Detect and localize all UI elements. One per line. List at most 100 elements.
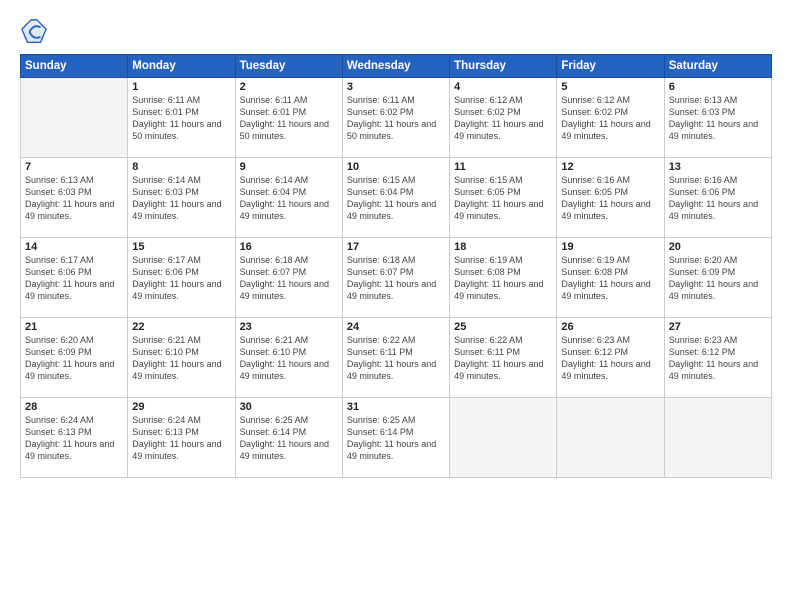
sun-info: Sunrise: 6:20 AM Sunset: 6:09 PM Dayligh… bbox=[25, 334, 123, 383]
day-number: 30 bbox=[240, 401, 338, 413]
calendar-cell: 22Sunrise: 6:21 AM Sunset: 6:10 PM Dayli… bbox=[128, 318, 235, 398]
sun-info: Sunrise: 6:24 AM Sunset: 6:13 PM Dayligh… bbox=[25, 414, 123, 463]
calendar-cell: 30Sunrise: 6:25 AM Sunset: 6:14 PM Dayli… bbox=[235, 398, 342, 478]
col-header-saturday: Saturday bbox=[664, 55, 771, 78]
calendar-cell: 15Sunrise: 6:17 AM Sunset: 6:06 PM Dayli… bbox=[128, 238, 235, 318]
calendar-cell: 24Sunrise: 6:22 AM Sunset: 6:11 PM Dayli… bbox=[342, 318, 449, 398]
sun-info: Sunrise: 6:17 AM Sunset: 6:06 PM Dayligh… bbox=[132, 254, 230, 303]
sun-info: Sunrise: 6:24 AM Sunset: 6:13 PM Dayligh… bbox=[132, 414, 230, 463]
sun-info: Sunrise: 6:19 AM Sunset: 6:08 PM Dayligh… bbox=[454, 254, 552, 303]
calendar-week-2: 7Sunrise: 6:13 AM Sunset: 6:03 PM Daylig… bbox=[21, 158, 772, 238]
day-number: 22 bbox=[132, 321, 230, 333]
sun-info: Sunrise: 6:11 AM Sunset: 6:02 PM Dayligh… bbox=[347, 94, 445, 143]
col-header-sunday: Sunday bbox=[21, 55, 128, 78]
sun-info: Sunrise: 6:11 AM Sunset: 6:01 PM Dayligh… bbox=[132, 94, 230, 143]
day-number: 14 bbox=[25, 241, 123, 253]
calendar-cell: 13Sunrise: 6:16 AM Sunset: 6:06 PM Dayli… bbox=[664, 158, 771, 238]
col-header-friday: Friday bbox=[557, 55, 664, 78]
sun-info: Sunrise: 6:11 AM Sunset: 6:01 PM Dayligh… bbox=[240, 94, 338, 143]
col-header-monday: Monday bbox=[128, 55, 235, 78]
day-number: 2 bbox=[240, 81, 338, 93]
sun-info: Sunrise: 6:17 AM Sunset: 6:06 PM Dayligh… bbox=[25, 254, 123, 303]
sun-info: Sunrise: 6:13 AM Sunset: 6:03 PM Dayligh… bbox=[669, 94, 767, 143]
day-number: 20 bbox=[669, 241, 767, 253]
calendar-week-5: 28Sunrise: 6:24 AM Sunset: 6:13 PM Dayli… bbox=[21, 398, 772, 478]
calendar-week-3: 14Sunrise: 6:17 AM Sunset: 6:06 PM Dayli… bbox=[21, 238, 772, 318]
calendar-week-4: 21Sunrise: 6:20 AM Sunset: 6:09 PM Dayli… bbox=[21, 318, 772, 398]
calendar-cell: 18Sunrise: 6:19 AM Sunset: 6:08 PM Dayli… bbox=[450, 238, 557, 318]
sun-info: Sunrise: 6:14 AM Sunset: 6:03 PM Dayligh… bbox=[132, 174, 230, 223]
sun-info: Sunrise: 6:15 AM Sunset: 6:04 PM Dayligh… bbox=[347, 174, 445, 223]
day-number: 11 bbox=[454, 161, 552, 173]
sun-info: Sunrise: 6:22 AM Sunset: 6:11 PM Dayligh… bbox=[454, 334, 552, 383]
day-number: 17 bbox=[347, 241, 445, 253]
calendar-cell: 9Sunrise: 6:14 AM Sunset: 6:04 PM Daylig… bbox=[235, 158, 342, 238]
calendar-cell: 8Sunrise: 6:14 AM Sunset: 6:03 PM Daylig… bbox=[128, 158, 235, 238]
sun-info: Sunrise: 6:25 AM Sunset: 6:14 PM Dayligh… bbox=[240, 414, 338, 463]
calendar-cell: 26Sunrise: 6:23 AM Sunset: 6:12 PM Dayli… bbox=[557, 318, 664, 398]
sun-info: Sunrise: 6:15 AM Sunset: 6:05 PM Dayligh… bbox=[454, 174, 552, 223]
calendar-cell: 25Sunrise: 6:22 AM Sunset: 6:11 PM Dayli… bbox=[450, 318, 557, 398]
calendar-cell bbox=[450, 398, 557, 478]
sun-info: Sunrise: 6:12 AM Sunset: 6:02 PM Dayligh… bbox=[561, 94, 659, 143]
day-number: 8 bbox=[132, 161, 230, 173]
calendar-cell: 16Sunrise: 6:18 AM Sunset: 6:07 PM Dayli… bbox=[235, 238, 342, 318]
day-number: 4 bbox=[454, 81, 552, 93]
day-number: 21 bbox=[25, 321, 123, 333]
day-number: 5 bbox=[561, 81, 659, 93]
sun-info: Sunrise: 6:23 AM Sunset: 6:12 PM Dayligh… bbox=[561, 334, 659, 383]
calendar-cell: 1Sunrise: 6:11 AM Sunset: 6:01 PM Daylig… bbox=[128, 78, 235, 158]
calendar-cell: 28Sunrise: 6:24 AM Sunset: 6:13 PM Dayli… bbox=[21, 398, 128, 478]
sun-info: Sunrise: 6:18 AM Sunset: 6:07 PM Dayligh… bbox=[240, 254, 338, 303]
day-number: 27 bbox=[669, 321, 767, 333]
day-number: 16 bbox=[240, 241, 338, 253]
logo-icon bbox=[20, 18, 48, 46]
calendar-cell: 21Sunrise: 6:20 AM Sunset: 6:09 PM Dayli… bbox=[21, 318, 128, 398]
calendar-cell: 4Sunrise: 6:12 AM Sunset: 6:02 PM Daylig… bbox=[450, 78, 557, 158]
calendar-cell: 11Sunrise: 6:15 AM Sunset: 6:05 PM Dayli… bbox=[450, 158, 557, 238]
calendar-cell: 19Sunrise: 6:19 AM Sunset: 6:08 PM Dayli… bbox=[557, 238, 664, 318]
day-number: 25 bbox=[454, 321, 552, 333]
calendar-cell bbox=[664, 398, 771, 478]
col-header-wednesday: Wednesday bbox=[342, 55, 449, 78]
calendar-cell: 23Sunrise: 6:21 AM Sunset: 6:10 PM Dayli… bbox=[235, 318, 342, 398]
calendar-page: SundayMondayTuesdayWednesdayThursdayFrid… bbox=[0, 0, 792, 612]
col-header-tuesday: Tuesday bbox=[235, 55, 342, 78]
sun-info: Sunrise: 6:19 AM Sunset: 6:08 PM Dayligh… bbox=[561, 254, 659, 303]
calendar-cell: 31Sunrise: 6:25 AM Sunset: 6:14 PM Dayli… bbox=[342, 398, 449, 478]
calendar-cell: 29Sunrise: 6:24 AM Sunset: 6:13 PM Dayli… bbox=[128, 398, 235, 478]
calendar-header-row: SundayMondayTuesdayWednesdayThursdayFrid… bbox=[21, 55, 772, 78]
day-number: 28 bbox=[25, 401, 123, 413]
day-number: 6 bbox=[669, 81, 767, 93]
calendar-cell bbox=[557, 398, 664, 478]
calendar-cell: 5Sunrise: 6:12 AM Sunset: 6:02 PM Daylig… bbox=[557, 78, 664, 158]
day-number: 1 bbox=[132, 81, 230, 93]
sun-info: Sunrise: 6:18 AM Sunset: 6:07 PM Dayligh… bbox=[347, 254, 445, 303]
sun-info: Sunrise: 6:14 AM Sunset: 6:04 PM Dayligh… bbox=[240, 174, 338, 223]
day-number: 7 bbox=[25, 161, 123, 173]
day-number: 31 bbox=[347, 401, 445, 413]
sun-info: Sunrise: 6:25 AM Sunset: 6:14 PM Dayligh… bbox=[347, 414, 445, 463]
day-number: 23 bbox=[240, 321, 338, 333]
calendar-cell: 27Sunrise: 6:23 AM Sunset: 6:12 PM Dayli… bbox=[664, 318, 771, 398]
sun-info: Sunrise: 6:12 AM Sunset: 6:02 PM Dayligh… bbox=[454, 94, 552, 143]
sun-info: Sunrise: 6:13 AM Sunset: 6:03 PM Dayligh… bbox=[25, 174, 123, 223]
calendar-cell: 6Sunrise: 6:13 AM Sunset: 6:03 PM Daylig… bbox=[664, 78, 771, 158]
sun-info: Sunrise: 6:23 AM Sunset: 6:12 PM Dayligh… bbox=[669, 334, 767, 383]
sun-info: Sunrise: 6:20 AM Sunset: 6:09 PM Dayligh… bbox=[669, 254, 767, 303]
day-number: 29 bbox=[132, 401, 230, 413]
logo bbox=[20, 18, 52, 46]
calendar-cell: 14Sunrise: 6:17 AM Sunset: 6:06 PM Dayli… bbox=[21, 238, 128, 318]
calendar-cell: 20Sunrise: 6:20 AM Sunset: 6:09 PM Dayli… bbox=[664, 238, 771, 318]
calendar-cell: 10Sunrise: 6:15 AM Sunset: 6:04 PM Dayli… bbox=[342, 158, 449, 238]
calendar-week-1: 1Sunrise: 6:11 AM Sunset: 6:01 PM Daylig… bbox=[21, 78, 772, 158]
calendar-cell: 17Sunrise: 6:18 AM Sunset: 6:07 PM Dayli… bbox=[342, 238, 449, 318]
sun-info: Sunrise: 6:21 AM Sunset: 6:10 PM Dayligh… bbox=[240, 334, 338, 383]
day-number: 15 bbox=[132, 241, 230, 253]
day-number: 24 bbox=[347, 321, 445, 333]
sun-info: Sunrise: 6:16 AM Sunset: 6:05 PM Dayligh… bbox=[561, 174, 659, 223]
day-number: 26 bbox=[561, 321, 659, 333]
page-header bbox=[20, 18, 772, 46]
day-number: 18 bbox=[454, 241, 552, 253]
day-number: 9 bbox=[240, 161, 338, 173]
